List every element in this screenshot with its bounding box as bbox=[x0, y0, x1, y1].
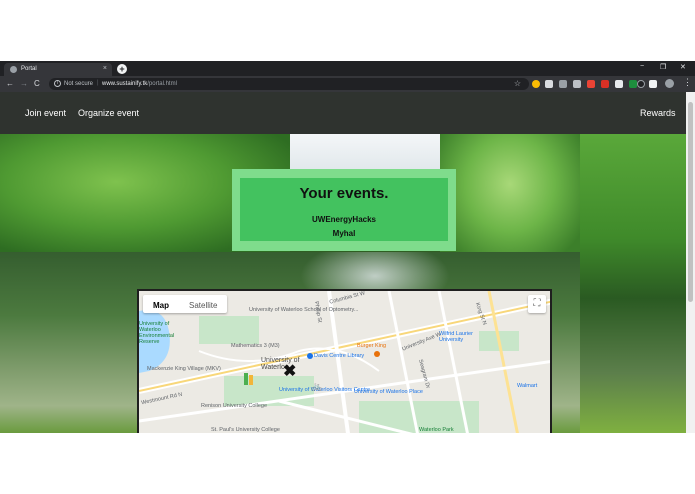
hero-trees-right bbox=[440, 134, 580, 259]
extension-icon-5[interactable] bbox=[601, 80, 609, 88]
bicycle-marker-icon[interactable]: 🚲 bbox=[311, 381, 322, 392]
url-host: www.sustainify.tk bbox=[102, 80, 148, 87]
nav-join-event[interactable]: Join event bbox=[25, 108, 66, 118]
tab-portal[interactable]: Portal × bbox=[4, 63, 112, 76]
map-label[interactable]: Burger King bbox=[357, 343, 386, 349]
event-item-myhal[interactable]: Myhal bbox=[240, 229, 448, 238]
map-label[interactable]: St. Paul's University College bbox=[211, 427, 280, 433]
nav-rewards[interactable]: Rewards bbox=[640, 108, 676, 118]
map-type-map[interactable]: Map bbox=[143, 297, 179, 315]
bookmark-star-icon[interactable]: ☆ bbox=[514, 79, 521, 88]
profile-avatar-icon[interactable] bbox=[665, 79, 674, 88]
tab-title: Portal bbox=[21, 66, 37, 72]
map-label[interactable]: University of Waterloo School of Optomet… bbox=[249, 307, 358, 313]
extension-icon-8[interactable] bbox=[649, 80, 657, 88]
map-label[interactable]: University of Waterloo Environmental Res… bbox=[139, 321, 179, 345]
address-separator: | bbox=[97, 80, 99, 86]
map-label[interactable]: Mackenzie King Village (MKV) bbox=[147, 366, 221, 372]
new-tab-button[interactable]: + bbox=[117, 64, 127, 74]
event-marker-x-icon[interactable]: ✖ bbox=[283, 361, 296, 381]
browser-window: Portal × + − ❐ ✕ ← → C i Not secure | ww… bbox=[0, 61, 695, 433]
map-label[interactable]: Renison University College bbox=[201, 403, 267, 409]
globe-icon bbox=[10, 66, 17, 73]
address-bar[interactable]: i Not secure | www.sustainify.tk/portal.… bbox=[49, 78, 529, 90]
extension-icon-7[interactable] bbox=[629, 80, 637, 88]
map-label[interactable]: Walmart bbox=[517, 383, 537, 389]
menu-kebab-icon[interactable]: ⋮ bbox=[683, 77, 692, 88]
info-icon[interactable]: i bbox=[54, 80, 61, 87]
map-label[interactable]: Davis Centre Library bbox=[314, 353, 364, 359]
event-item-uwenergyhacks[interactable]: UWEnergyHacks bbox=[240, 215, 448, 224]
hero-background: Your events. UWEnergyHacks Myhal Map Sat… bbox=[0, 134, 686, 433]
reload-button[interactable]: C bbox=[34, 79, 40, 88]
your-events-inner: Your events. UWEnergyHacks Myhal bbox=[240, 178, 448, 241]
extension-icon-4[interactable] bbox=[587, 80, 595, 88]
map-label[interactable]: Waterloo Park bbox=[419, 427, 454, 433]
forward-button[interactable]: → bbox=[20, 79, 28, 88]
browser-toolbar: ← → C i Not secure | www.sustainify.tk/p… bbox=[0, 76, 695, 92]
close-window-icon[interactable]: ✕ bbox=[680, 63, 686, 71]
fullscreen-icon[interactable]: ⛶ bbox=[528, 295, 546, 313]
extension-icon-3[interactable] bbox=[573, 80, 581, 88]
extension-icon-1[interactable] bbox=[545, 80, 553, 88]
url-path: /portal.html bbox=[147, 80, 177, 87]
nav-organize-event[interactable]: Organize event bbox=[78, 108, 139, 118]
url-text: www.sustainify.tk/portal.html bbox=[102, 81, 177, 87]
scrollbar-thumb[interactable] bbox=[688, 102, 693, 302]
events-title: Your events. bbox=[299, 185, 389, 202]
page-scrollbar[interactable] bbox=[686, 92, 695, 433]
map-label[interactable]: Wilfrid Laurier University bbox=[439, 331, 484, 343]
page-viewport: Join event Organize event Rewards Your e… bbox=[0, 92, 686, 433]
extension-icon-6[interactable] bbox=[615, 80, 623, 88]
your-events-card: Your events. UWEnergyHacks Myhal bbox=[232, 169, 456, 251]
hero-side-panel bbox=[580, 134, 686, 433]
map-type-satellite[interactable]: Satellite bbox=[179, 297, 227, 315]
dark-mode-icon[interactable] bbox=[637, 80, 645, 88]
map-label[interactable]: University of Waterloo Place bbox=[354, 389, 423, 395]
minimize-icon[interactable]: − bbox=[640, 63, 644, 70]
tab-strip: Portal × + − ❐ ✕ bbox=[0, 61, 695, 76]
extension-icon-2[interactable] bbox=[559, 80, 567, 88]
hero-sky bbox=[290, 134, 460, 174]
back-button[interactable]: ← bbox=[6, 79, 14, 88]
library-pin-icon[interactable] bbox=[307, 353, 313, 359]
map-label[interactable]: Mathematics 3 (M3) bbox=[231, 343, 280, 349]
security-label: Not secure bbox=[64, 80, 94, 87]
extension-bulb-icon[interactable] bbox=[532, 80, 540, 88]
restaurant-pin-icon[interactable] bbox=[374, 351, 380, 357]
site-navbar: Join event Organize event Rewards bbox=[0, 92, 686, 134]
events-map[interactable]: Map Satellite ⛶ University of Waterloo Sc… bbox=[137, 289, 552, 433]
restore-icon[interactable]: ❐ bbox=[660, 63, 666, 71]
map-type-control: Map Satellite bbox=[143, 295, 228, 315]
close-tab-icon[interactable]: × bbox=[103, 65, 107, 72]
